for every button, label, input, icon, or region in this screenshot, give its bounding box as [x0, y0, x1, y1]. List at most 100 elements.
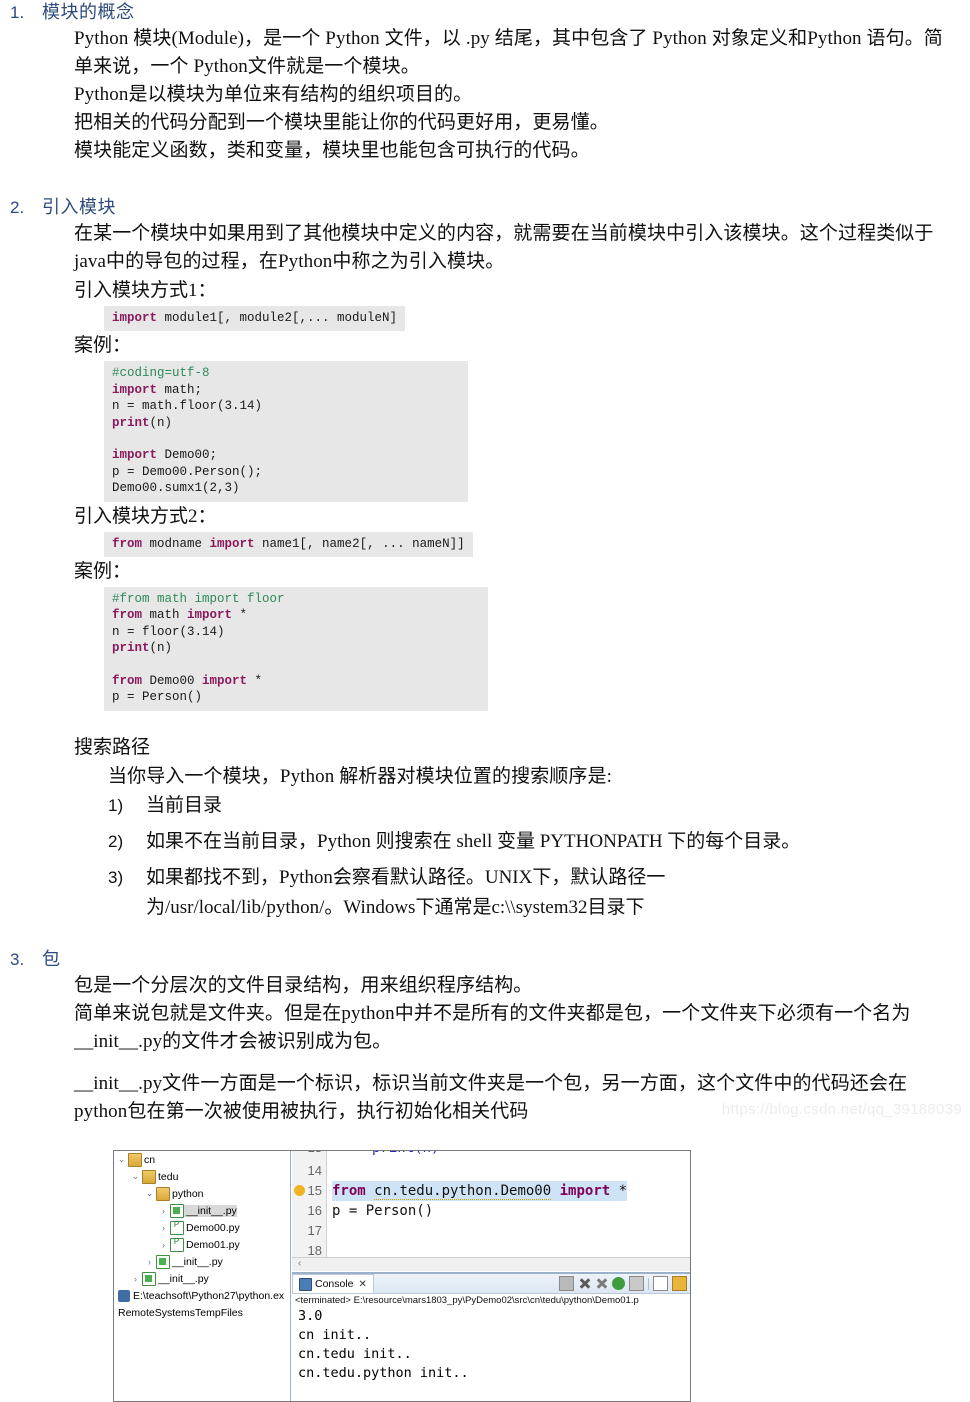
code-keyword: import — [559, 1183, 611, 1199]
section-import-module: 2. 引入模块 在某一个模块中如果用到了其他模块中定义的内容，就需要在当前模块中… — [0, 195, 970, 923]
section-2-number: 2. — [10, 198, 25, 217]
tab-console[interactable]: Console ✕ — [292, 1274, 374, 1293]
close-icon[interactable]: ✕ — [359, 1279, 367, 1290]
display-selected-console-icon[interactable] — [612, 1277, 625, 1290]
code-keyword: print — [112, 641, 150, 656]
editor-line-17[interactable]: 17 — [292, 1221, 690, 1241]
package-icon — [155, 1186, 170, 1201]
python-file-warning-icon — [169, 1237, 184, 1252]
scroll-lock-icon[interactable] — [672, 1276, 687, 1291]
tree-item-interpreter[interactable]: E:\teachsoft\Python27\python.ex — [114, 1287, 290, 1304]
console-output-line-1: 3.0 — [298, 1308, 323, 1324]
chevron-down-icon[interactable]: ⌄ — [130, 1171, 141, 1182]
code-text: Demo00 — [142, 674, 203, 689]
editor-line-16[interactable]: 16 p = Person() — [292, 1201, 690, 1221]
list-item-text: 如果不在当前目录，Python 则搜索在 shell 变量 PYTHONPATH… — [146, 830, 801, 852]
remove-all-launches-icon[interactable] — [595, 1277, 608, 1290]
editor-line-15[interactable]: 15 from cn.tedu.python.Demo00 import * — [292, 1181, 690, 1201]
code-editor[interactable]: 13 print(n) 14 15 from cn.tedu.python.De… — [292, 1151, 690, 1271]
tree-item-demo01[interactable]: › Demo01.py — [114, 1236, 290, 1253]
section-1-body: Python 模块(Module)，是一个 Python 文件，以 .py 结尾… — [0, 25, 970, 165]
tree-item-label: __init__.py — [172, 1255, 223, 1268]
section-1-paragraph-1: Python 模块(Module)，是一个 Python 文件，以 .py 结尾… — [74, 28, 943, 77]
tree-item-init-cn[interactable]: › __init__.py — [114, 1270, 290, 1287]
package-explorer-panel[interactable]: ⌄ cn ⌄ tedu ⌄ python › __init__.py › P D… — [114, 1151, 291, 1401]
code-keyword: from — [112, 536, 143, 551]
tree-item-python[interactable]: ⌄ python — [114, 1185, 290, 1202]
line-number: 15 — [307, 1183, 322, 1198]
code-keyword: import — [187, 608, 233, 623]
editor-horizontal-scrollbar[interactable]: ‹ — [292, 1257, 690, 1271]
code-text: modname — [142, 536, 210, 551]
tree-item-init-python[interactable]: › __init__.py — [114, 1202, 290, 1219]
section-2-title: 引入模块 — [42, 197, 116, 217]
code-text: n = floor(3.14) — [112, 624, 225, 639]
section-1-paragraph-3: 把相关的代码分配到一个模块里能让你的代码更好用，更易懂。 — [74, 112, 609, 133]
editor-line-13[interactable]: 13 print(n) — [292, 1151, 690, 1161]
tree-item-label: __init__.py — [158, 1272, 209, 1285]
case-2-code-wrap: #from math import floor from math import… — [74, 587, 960, 711]
python-file-icon — [169, 1220, 184, 1235]
code-text: (n) — [149, 641, 173, 656]
document-root: 1. 模块的概念 Python 模块(Module)，是一个 Python 文件… — [0, 0, 970, 1402]
line-text: print(n) — [372, 1151, 439, 1155]
section-1-heading: 1. 模块的概念 — [0, 0, 970, 25]
chevron-right-icon[interactable]: › — [158, 1240, 169, 1250]
section-2-intro: 在某一个模块中如果用到了其他模块中定义的内容，就需要在当前模块中引入该模块。这个… — [74, 223, 934, 272]
code-block-import-syntax: import module1[, module2[,... moduleN] — [104, 306, 406, 332]
search-path-intro: 当你导入一个模块，Python 解析器对模块位置的搜索顺序是: — [108, 765, 612, 787]
chevron-down-icon[interactable]: ⌄ — [116, 1154, 127, 1165]
code-block-from-import-syntax: from modname import name1[, name2[, ... … — [104, 531, 473, 558]
tree-item-demo00[interactable]: › Demo00.py — [114, 1219, 290, 1236]
code-text: (n) — [149, 415, 173, 430]
section-1-paragraph-4: 模块能定义函数，类和变量，模块里也能包含可执行的代码。 — [74, 140, 590, 161]
package-icon — [141, 1169, 156, 1184]
line-text: from cn.tedu.python.Demo00 import * — [332, 1181, 628, 1201]
section-2-body: 在某一个模块中如果用到了其他模块中定义的内容，就需要在当前模块中引入该模块。这个… — [0, 220, 970, 791]
section-module-concept: 1. 模块的概念 Python 模块(Module)，是一个 Python 文件… — [0, 0, 970, 165]
console-output-line-2: cn init.. — [298, 1327, 372, 1343]
tree-item-cn[interactable]: ⌄ cn — [114, 1151, 290, 1168]
console-icon — [299, 1277, 312, 1291]
line-number: 17 — [307, 1223, 322, 1238]
chevron-right-icon[interactable]: › — [158, 1223, 169, 1233]
chevron-right-icon[interactable]: › — [158, 1206, 169, 1216]
code-comment: #from math import floor — [112, 592, 285, 607]
chevron-down-icon[interactable]: ⌄ — [144, 1188, 155, 1199]
chevron-right-icon[interactable]: › — [144, 1257, 155, 1267]
list-item: 1) 当前目录 — [108, 791, 960, 821]
section-1-paragraph-2: Python是以模块为单位来有结构的组织项目的。 — [74, 84, 473, 105]
toolbar-divider — [648, 1277, 649, 1290]
code-keyword: from — [112, 674, 143, 689]
terminate-icon[interactable] — [559, 1276, 574, 1291]
tree-item-label: Demo00.py — [186, 1221, 240, 1234]
section-3-heading: 3. 包 — [0, 947, 970, 972]
remove-launch-icon[interactable] — [578, 1277, 591, 1290]
tree-item-init-tedu[interactable]: › __init__.py — [114, 1253, 290, 1270]
editor-line-14[interactable]: 14 — [292, 1161, 690, 1181]
code-text: * — [232, 608, 248, 623]
line-number: 13 — [292, 1151, 322, 1154]
clear-console-icon[interactable] — [653, 1276, 668, 1291]
section-1-number: 1. — [10, 3, 25, 22]
list-marker: 1) — [108, 795, 124, 815]
tree-item-tedu[interactable]: ⌄ tedu — [114, 1168, 290, 1185]
code-text: Demo00.sumx1(2,3) — [112, 481, 240, 496]
code-keyword: import — [209, 536, 255, 551]
open-console-icon[interactable] — [629, 1276, 644, 1291]
code-keyword: print — [112, 415, 150, 430]
tree-item-temp-files[interactable]: RemoteSystemsTempFiles — [114, 1304, 290, 1321]
code-comment: #coding=utf-8 — [112, 366, 210, 381]
tree-item-label: Demo01.py — [186, 1238, 240, 1251]
chevron-right-icon[interactable]: › — [130, 1274, 141, 1284]
import-way-1-syntax-wrap: import module1[, module2[,... moduleN] — [74, 306, 960, 332]
code-text: p = Demo00.Person(); — [112, 464, 263, 479]
code-module-path: cn.tedu.python.Demo00 — [374, 1183, 552, 1200]
line-number: 14 — [307, 1163, 322, 1178]
case-1-code-wrap: #coding=utf-8 import math; n = math.floo… — [74, 361, 960, 502]
tree-item-label: tedu — [158, 1170, 179, 1183]
console-toolbar — [559, 1276, 687, 1291]
